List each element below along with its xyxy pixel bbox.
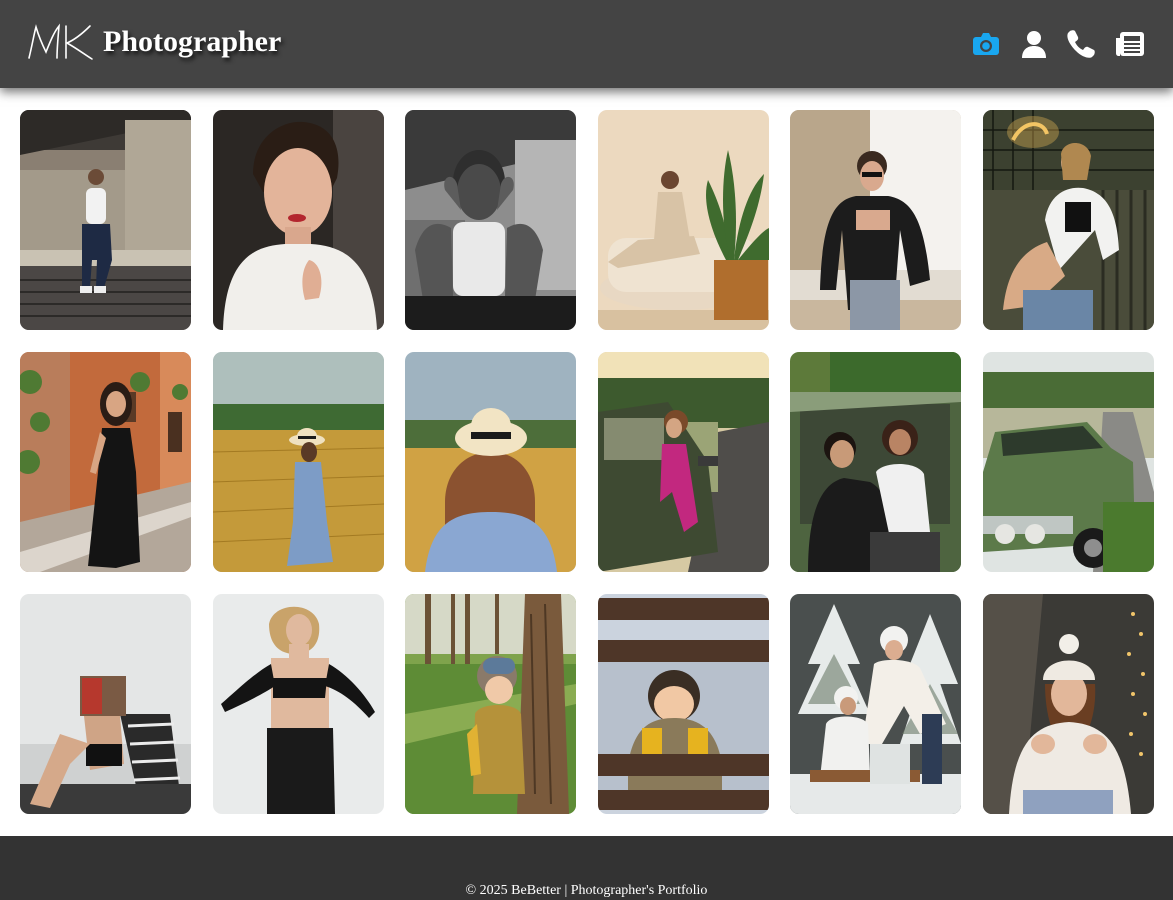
site-footer: © 2025 BeBetter | Photographer's Portfol…	[0, 836, 1173, 900]
photo-woman-black-dress-street[interactable]	[20, 352, 191, 572]
site-title: Photographer	[103, 25, 282, 58]
photo-vintage-green-car[interactable]	[983, 352, 1154, 572]
photo-child-by-tree[interactable]	[405, 594, 576, 814]
photo-woman-black-jacket[interactable]	[790, 110, 961, 330]
photo-man-on-stairs[interactable]	[20, 110, 191, 330]
photo-child-behind-fence[interactable]	[598, 594, 769, 814]
photo-woman-hat-wheat[interactable]	[213, 352, 384, 572]
photo-woman-sofa-plant[interactable]	[598, 110, 769, 330]
camera-icon[interactable]	[970, 28, 1002, 60]
mk-logo[interactable]	[26, 22, 94, 62]
photo-woman-lingerie[interactable]	[213, 594, 384, 814]
newspaper-icon[interactable]	[1114, 28, 1146, 60]
photo-couple-in-car[interactable]	[790, 352, 961, 572]
main-nav	[970, 28, 1148, 60]
site-header: Photographer	[0, 0, 1173, 88]
photo-woman-car-road[interactable]	[598, 352, 769, 572]
photo-man-hands-face-bw[interactable]	[405, 110, 576, 330]
photo-winter-couple-sled[interactable]	[790, 594, 961, 814]
phone-icon[interactable]	[1064, 28, 1096, 60]
photo-woman-hat-back[interactable]	[405, 352, 576, 572]
photo-woman-neon-light[interactable]	[983, 110, 1154, 330]
photo-woman-white-shirt[interactable]	[213, 110, 384, 330]
user-icon[interactable]	[1018, 28, 1050, 60]
photo-gallery	[20, 110, 1154, 814]
photo-woman-knit-hat[interactable]	[983, 594, 1154, 814]
copyright-text: © 2025 BeBetter | Photographer's Portfol…	[465, 883, 708, 898]
photo-woman-magazine-bench[interactable]	[20, 594, 191, 814]
